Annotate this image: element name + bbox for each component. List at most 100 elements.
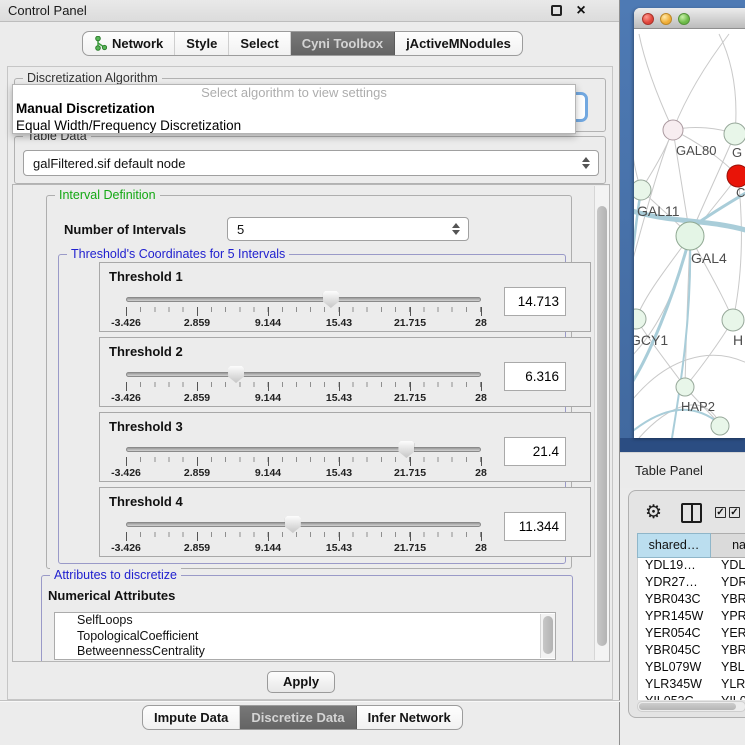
node-gal4[interactable] [676,222,704,250]
tab-network[interactable]: Network [83,32,175,55]
slider-thumb[interactable] [323,291,339,308]
number-of-intervals-combobox[interactable]: 5 [227,217,469,241]
table-row[interactable]: YBR045CYBR0 [638,643,745,660]
table-row[interactable]: YLR345WYLR3 [638,677,745,694]
cell[interactable]: YDR27… [638,575,712,592]
column-header-name[interactable]: na [711,533,745,558]
settings-scrollbar-thumb[interactable] [597,206,607,646]
checkbox-icon[interactable]: ✓ [729,507,740,518]
node-top-right[interactable] [724,123,745,145]
number-of-intervals-value: 5 [237,222,244,237]
cell[interactable]: YBR043C [638,592,712,609]
tab-style[interactable]: Style [175,32,229,55]
table-row[interactable]: YBL079WYBL0 [638,660,745,677]
slider-major-tick [197,382,198,391]
tab-discretize-data[interactable]: Discretize Data [240,706,356,729]
slider-tick-label: 21.715 [394,392,426,404]
slider-track[interactable] [126,447,481,452]
tab-style-label: Style [186,36,217,51]
combo-spinner-icon [452,223,460,235]
node-gcy1[interactable] [634,309,646,329]
gear-icon[interactable]: ⚙ [645,503,662,522]
table-row[interactable]: YPR145WYPR1 [638,609,745,626]
slider-tick-label: 28 [475,392,487,404]
close-icon[interactable]: × [572,0,590,22]
columns-layout-icon[interactable] [681,503,702,523]
threshold-2-value-field[interactable]: 6.316 [504,362,566,391]
dropdown-option-equal-width-frequency[interactable]: Equal Width/Frequency Discretization [13,117,575,134]
table-row[interactable]: YER054CYER0 [638,626,745,643]
threshold-3-slider: -3.4262.8599.14415.4321.71528 [126,443,481,477]
slider-track[interactable] [126,372,481,377]
tab-select[interactable]: Select [229,32,290,55]
node-h[interactable] [722,309,744,331]
slider-major-tick [126,457,127,466]
cell[interactable]: YIL053C [638,694,712,700]
network-window-titlebar[interactable] [634,8,745,29]
node-gal11[interactable] [634,180,651,200]
checkbox-icon[interactable]: ✓ [715,507,726,518]
list-scrollbar-thumb[interactable] [543,616,553,654]
numerical-attributes-list[interactable]: SelfLoops TopologicalCoefficient Between… [54,612,556,660]
dropdown-placeholder-option[interactable]: Select algorithm to view settings [13,85,575,100]
float-window-icon[interactable] [551,5,562,16]
cell[interactable]: YPR145W [638,609,712,626]
table-horizontal-scrollbar[interactable] [637,701,745,712]
list-item[interactable]: BetweennessCentrality [55,644,555,660]
slider-track[interactable] [126,522,481,527]
node-table: shared… na YDL19…YDL1 YDR27…YDR2 YBR043C… [637,533,745,700]
cell[interactable]: YBL0 [712,660,745,677]
cell[interactable]: YLR3 [712,677,745,694]
table-row[interactable]: YIL053CYIL0 [638,694,745,700]
cell[interactable]: YIL0 [712,694,745,700]
list-item[interactable]: TopologicalCoefficient [55,629,555,645]
network-view-window[interactable]: GAL80 G C GAL11 GAL4 GCY1 H HAP2 [634,8,745,438]
cell[interactable]: YBR0 [712,643,745,660]
cell[interactable]: YBR045C [638,643,712,660]
cell[interactable]: YDL19… [638,558,712,575]
cell[interactable]: YBR0 [712,592,745,609]
slider-thumb[interactable] [285,516,301,533]
minimize-traffic-light-icon[interactable] [660,13,672,25]
node-bottom-partial[interactable] [711,417,729,435]
close-traffic-light-icon[interactable] [642,13,654,25]
threshold-4-value-field[interactable]: 11.344 [504,512,566,541]
threshold-3-value-field[interactable]: 21.4 [504,437,566,466]
node-gal80[interactable] [663,120,683,140]
settings-scrollbar[interactable] [594,186,609,660]
cell[interactable]: YER054C [638,626,712,643]
slider-thumb[interactable] [398,441,414,458]
apply-button[interactable]: Apply [267,671,335,693]
table-row[interactable]: YDL19…YDL1 [638,558,745,575]
dropdown-option-manual-discretization[interactable]: Manual Discretization [13,100,575,117]
table-row[interactable]: YBR043CYBR0 [638,592,745,609]
slider-tick-label: 28 [475,467,487,479]
zoom-traffic-light-icon[interactable] [678,13,690,25]
slider-tick-label: 28 [475,542,487,554]
cell[interactable]: YPR1 [712,609,745,626]
cell[interactable]: YER0 [712,626,745,643]
list-item[interactable]: SelfLoops [55,613,555,629]
cell[interactable]: YLR345W [638,677,712,694]
node-hap2[interactable] [676,378,694,396]
cell[interactable]: YDR2 [712,575,745,592]
table-data-combobox[interactable]: galFiltered.sif default node [23,150,599,176]
cell[interactable]: YDL1 [712,558,745,575]
column-header-shared-name[interactable]: shared… [637,533,711,558]
slider-tick-label: 15.43 [326,467,352,479]
network-canvas[interactable]: GAL80 G C GAL11 GAL4 GCY1 H HAP2 [634,29,745,438]
slider-thumb[interactable] [228,366,244,383]
table-horizontal-scrollbar-thumb[interactable] [639,703,736,710]
tab-cyni-toolbox[interactable]: Cyni Toolbox [291,32,395,55]
node-selected-red[interactable] [727,165,745,187]
tab-infer-network[interactable]: Infer Network [357,706,462,729]
slider-track[interactable] [126,297,481,302]
table-row[interactable]: YDR27…YDR2 [638,575,745,592]
slider-major-tick [339,382,340,391]
tab-jactivemnodules[interactable]: jActiveMNodules [395,32,522,55]
cell[interactable]: YBL079W [638,660,712,677]
list-scrollbar[interactable] [540,614,555,658]
slider-major-tick [339,532,340,541]
threshold-1-value-field[interactable]: 14.713 [504,287,566,316]
tab-impute-data[interactable]: Impute Data [143,706,240,729]
